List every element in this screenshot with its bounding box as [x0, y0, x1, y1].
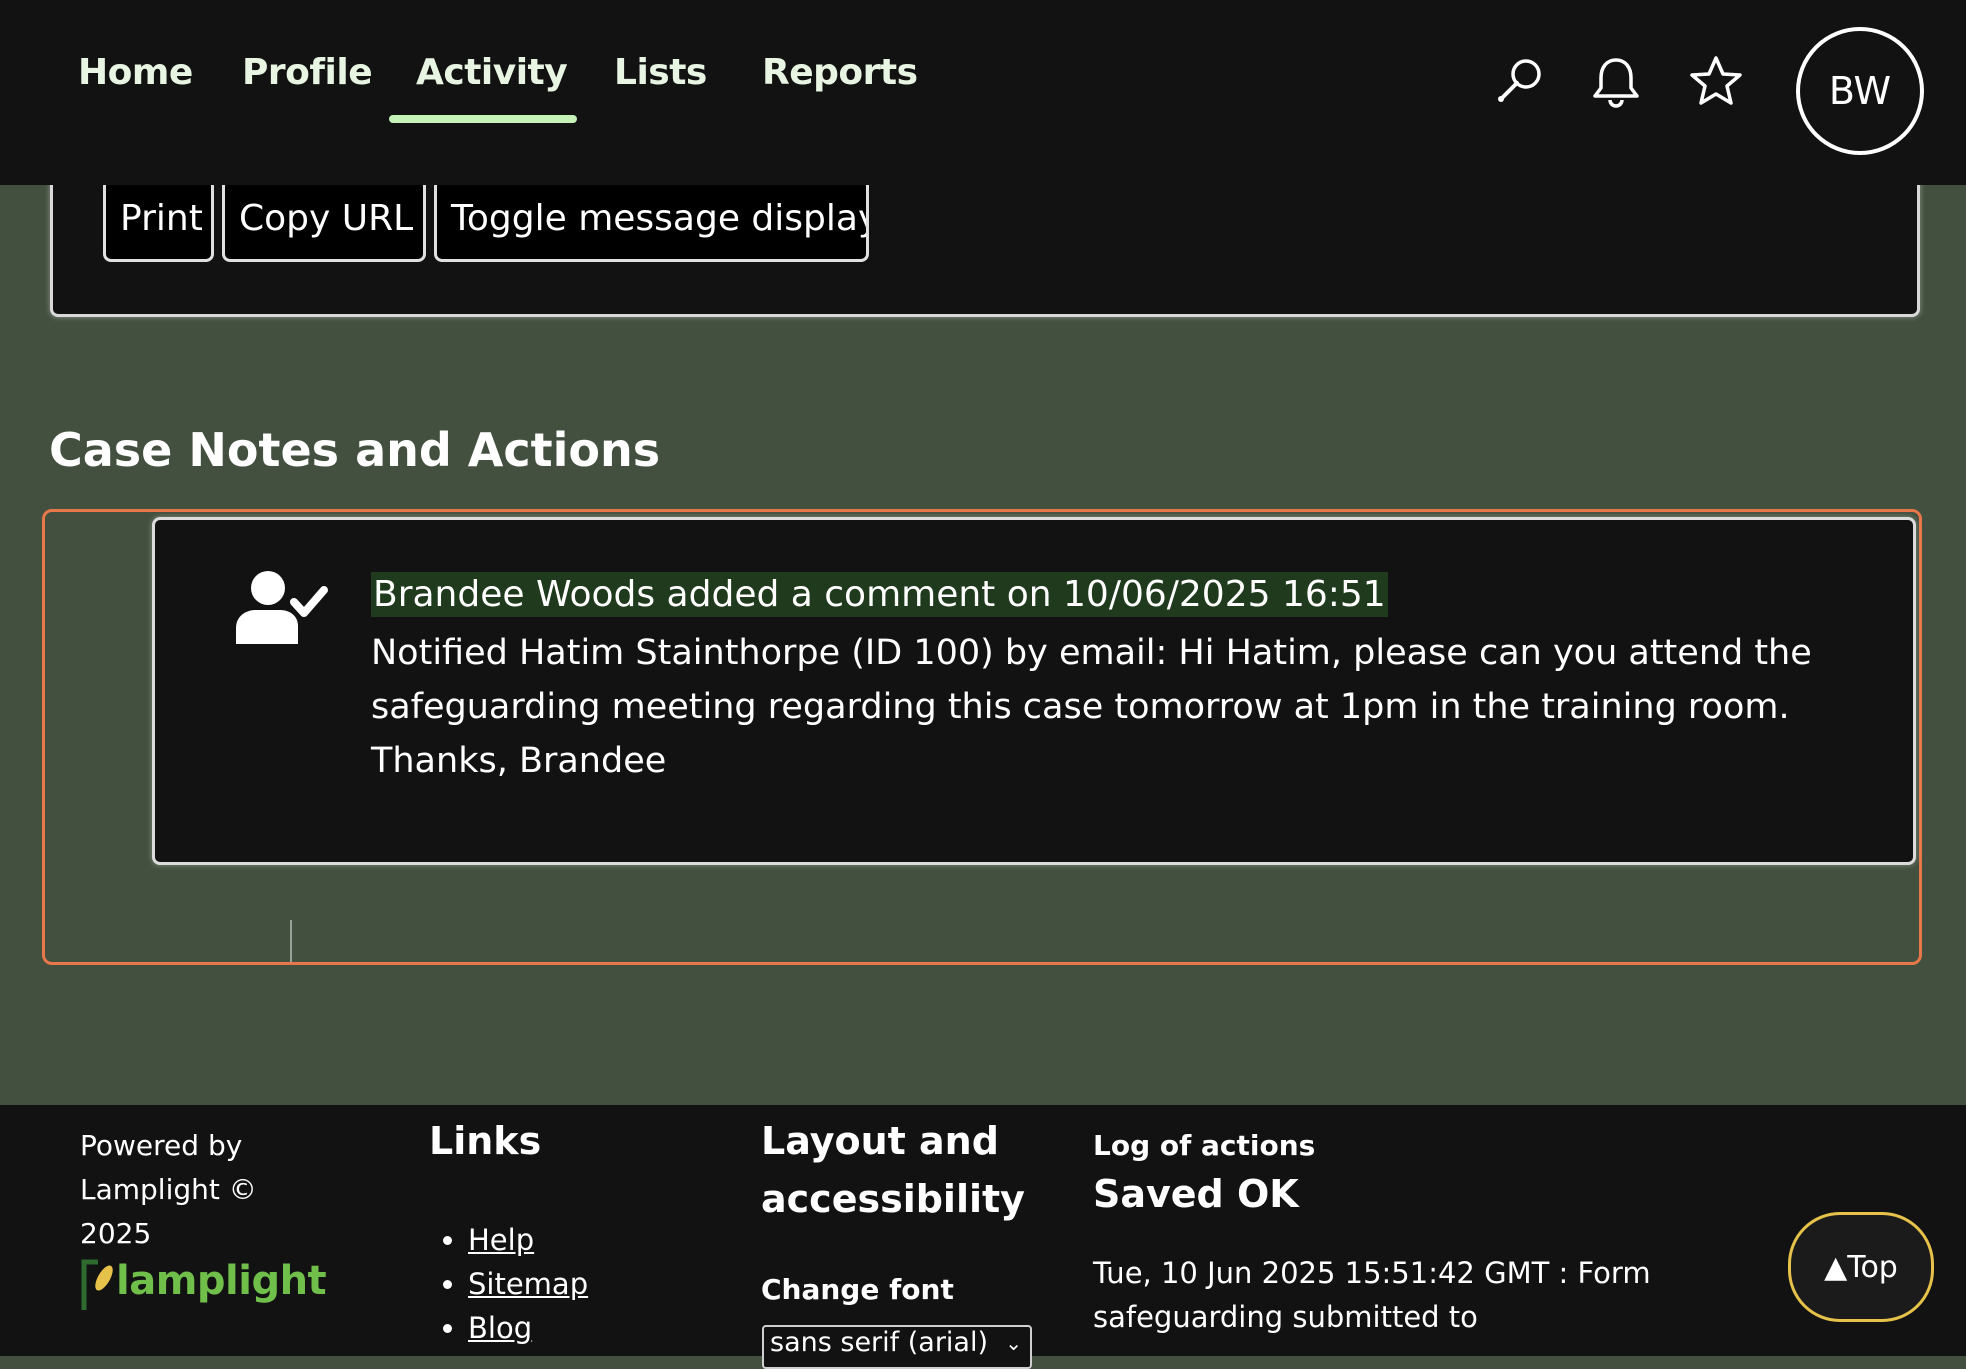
nav-activity[interactable]: Activity — [416, 52, 568, 93]
links-heading: Links — [429, 1119, 542, 1163]
layout-heading: Layout and accessibility — [761, 1119, 1025, 1221]
log-status: Saved OK — [1093, 1172, 1299, 1216]
nav-home[interactable]: Home — [78, 52, 193, 93]
notifications-button[interactable] — [1586, 52, 1646, 112]
user-check-icon — [232, 566, 332, 646]
star-icon — [1690, 56, 1742, 105]
font-select[interactable]: sans serif (arial) ⌄ — [762, 1325, 1032, 1369]
note-heading: Brandee Woods added a comment on 10/06/2… — [371, 572, 1388, 617]
nav-reports[interactable]: Reports — [762, 52, 918, 93]
back-to-top-button[interactable]: ▲Top — [1788, 1212, 1934, 1322]
list-item: Blog — [468, 1306, 588, 1350]
nav-lists[interactable]: Lists — [614, 52, 707, 93]
lamplight-logo[interactable]: lamplight — [78, 1254, 327, 1312]
search-icon — [1498, 59, 1541, 102]
bell-icon — [1593, 58, 1639, 108]
print-button[interactable]: Print — [103, 178, 214, 262]
toggle-message-display-button[interactable]: Toggle message display — [434, 178, 869, 262]
favourites-button[interactable] — [1686, 52, 1746, 112]
footer-links: Help Sitemap Blog — [428, 1218, 588, 1350]
copy-url-button[interactable]: Copy URL — [222, 178, 426, 262]
note-body: Notified Hatim Stainthorpe (ID 100) by e… — [371, 633, 1812, 781]
log-heading: Log of actions — [1093, 1129, 1316, 1162]
help-link[interactable]: Help — [468, 1223, 534, 1257]
blog-link[interactable]: Blog — [468, 1311, 532, 1345]
nav-profile[interactable]: Profile — [242, 52, 373, 93]
font-select-value: sans serif (arial) — [770, 1327, 989, 1358]
section-title: Case Notes and Actions — [49, 423, 661, 477]
avatar[interactable]: BW — [1796, 27, 1924, 155]
active-tab-indicator — [389, 115, 577, 123]
chevron-down-icon: ⌄ — [1005, 1331, 1022, 1355]
sitemap-link[interactable]: Sitemap — [468, 1267, 588, 1301]
top-nav: Home Profile Activity Lists Reports BW — [0, 0, 1966, 185]
logo-text: lamplight — [116, 1258, 327, 1304]
powered-by-text: Powered by Lamplight © 2025 — [80, 1129, 257, 1250]
list-item: Sitemap — [468, 1262, 588, 1306]
change-font-label: Change font — [761, 1273, 954, 1306]
timeline-connector — [290, 920, 292, 962]
search-button[interactable] — [1490, 52, 1550, 112]
log-entry: Tue, 10 Jun 2025 15:51:42 GMT : Form saf… — [1093, 1256, 1651, 1334]
list-item: Help — [468, 1218, 588, 1262]
